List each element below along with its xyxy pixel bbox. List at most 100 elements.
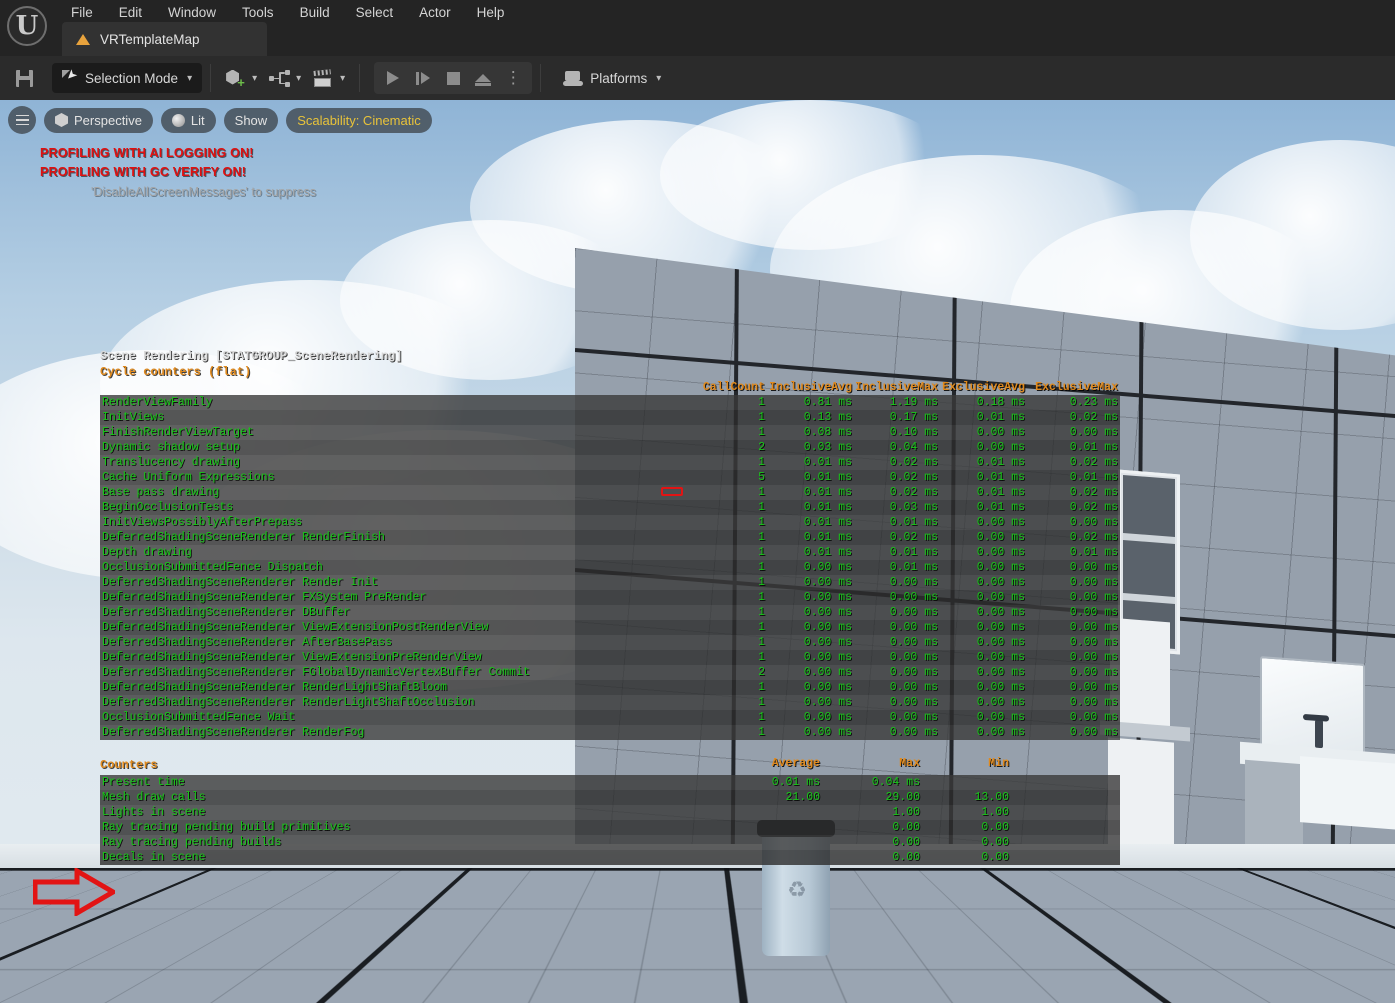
column-header-callcount: CallCount (702, 381, 765, 394)
menu-select[interactable]: Select (343, 1, 407, 24)
stat-callcount: 1 (758, 546, 765, 559)
stat-callcount: 1 (758, 501, 765, 514)
table-row: DeferredShadingSceneRenderer Render Init… (100, 575, 1120, 590)
cycle-counters-table: CallCount InclusiveAvg InclusiveMax Excl… (100, 380, 1120, 740)
add-actor-button[interactable]: + ▾ (219, 62, 263, 94)
stat-callcount: 1 (758, 531, 765, 544)
stat-exclusive-avg: 0.18 ms (976, 396, 1025, 409)
stat-inclusive-max: 0.00 ms (889, 576, 938, 589)
stat-name: DeferredShadingSceneRenderer RenderFinis… (102, 531, 385, 544)
platforms-button[interactable]: Platforms ▾ (563, 70, 661, 86)
counter-name: Ray tracing pending builds (102, 836, 282, 849)
cinematics-button[interactable]: ▾ (307, 62, 351, 94)
stat-callcount: 1 (758, 651, 765, 664)
selection-mode-label: Selection Mode (85, 70, 179, 86)
lit-mode-button[interactable]: Lit (160, 107, 216, 133)
column-header-exclusiveavg: ExclusiveAvg (942, 381, 1025, 394)
stat-inclusive-max: 0.00 ms (889, 621, 938, 634)
menu-actor[interactable]: Actor (406, 1, 464, 24)
step-icon (421, 72, 431, 84)
view-mode-perspective-button[interactable]: Perspective (44, 107, 153, 133)
play-icon (387, 71, 400, 85)
stat-exclusive-max: 0.00 ms (1069, 651, 1118, 664)
table-row: DeferredShadingSceneRenderer ViewExtensi… (100, 620, 1120, 635)
blueprints-button[interactable]: ▾ (263, 62, 307, 94)
show-flags-button[interactable]: Show (223, 107, 279, 133)
counter-min: 0.00 (981, 821, 1009, 834)
stat-exclusive-max: 0.01 ms (1069, 471, 1118, 484)
counters-table: Counters Average Max Min Present time 0.… (100, 756, 1120, 865)
play-options-button[interactable]: ⋮ (498, 64, 528, 92)
stat-callcount: 1 (758, 636, 765, 649)
play-button[interactable] (378, 64, 408, 92)
stat-name: DeferredShadingSceneRenderer ViewExtensi… (102, 651, 482, 664)
cursor-icon (62, 70, 78, 86)
counter-name: Mesh draw calls (102, 791, 206, 804)
table-row: RenderViewFamily 1 0.81 ms 1.19 ms 0.18 … (100, 395, 1120, 410)
blueprint-node-icon (269, 69, 291, 88)
menu-file[interactable]: File (58, 1, 106, 24)
stat-exclusive-avg: 0.00 ms (976, 726, 1025, 739)
cloud-decor (660, 100, 960, 250)
stat-callcount: 1 (758, 711, 765, 724)
table-row: DeferredShadingSceneRenderer DBuffer 1 0… (100, 605, 1120, 620)
stat-inclusive-max: 0.02 ms (889, 471, 938, 484)
stat-inclusive-avg: 0.00 ms (803, 591, 852, 604)
step-button[interactable] (408, 64, 438, 92)
menu-help[interactable]: Help (464, 1, 518, 24)
unreal-logo-icon[interactable]: U (7, 6, 47, 46)
menu-window[interactable]: Window (155, 1, 229, 24)
stat-name: DeferredShadingSceneRenderer FXSystem Pr… (102, 591, 427, 604)
stat-name: DeferredShadingSceneRenderer RenderLight… (102, 681, 448, 694)
stat-exclusive-avg: 0.00 ms (976, 531, 1025, 544)
table-row: Present time 0.01 ms 0.04 ms (100, 775, 1120, 790)
level-viewport[interactable]: ♻ Perspective Lit Show Scalability: Cine… (0, 100, 1395, 1003)
recycle-icon: ♻ (787, 877, 807, 902)
table-row: FinishRenderViewTarget 1 0.08 ms 0.10 ms… (100, 425, 1120, 440)
tab-vrtemplatemap[interactable]: VRTemplateMap (62, 22, 267, 56)
counter-name: Decals in scene (102, 851, 206, 864)
stat-name: DeferredShadingSceneRenderer Render Init (102, 576, 379, 589)
stat-exclusive-avg: 0.00 ms (976, 696, 1025, 709)
stat-exclusive-avg: 0.01 ms (976, 471, 1025, 484)
stat-exclusive-max: 0.00 ms (1069, 696, 1118, 709)
stat-callcount: 1 (758, 486, 765, 499)
stat-inclusive-max: 1.19 ms (889, 396, 938, 409)
stat-exclusive-avg: 0.00 ms (976, 591, 1025, 604)
table-row: InitViewsPossiblyAfterPrepass 1 0.01 ms … (100, 515, 1120, 530)
stat-inclusive-max: 0.00 ms (889, 636, 938, 649)
stop-button[interactable] (438, 64, 468, 92)
stat-callcount: 1 (758, 606, 765, 619)
column-header-exclusivemax: ExclusiveMax (1035, 381, 1118, 394)
menu-build[interactable]: Build (287, 1, 343, 24)
stat-name: BeginOcclusionTests (102, 501, 234, 514)
save-button[interactable] (6, 62, 42, 94)
stat-exclusive-avg: 0.00 ms (976, 621, 1025, 634)
toolbar-divider (540, 64, 542, 92)
viewport-options-button[interactable] (8, 106, 36, 134)
mirror-panel-mesh (1260, 656, 1365, 756)
annotation-box (661, 487, 683, 496)
chevron-down-icon: ▾ (340, 72, 346, 84)
stat-inclusive-avg: 0.00 ms (803, 636, 852, 649)
stat-exclusive-max: 0.00 ms (1069, 426, 1118, 439)
stat-exclusive-avg: 0.00 ms (976, 426, 1025, 439)
selection-mode-dropdown[interactable]: Selection Mode ▾ (52, 63, 203, 93)
menu-edit[interactable]: Edit (106, 1, 155, 24)
eject-button[interactable] (468, 64, 498, 92)
floppy-disk-icon (15, 69, 33, 87)
stat-inclusive-max: 0.00 ms (889, 666, 938, 679)
counter-min: 0.00 (981, 836, 1009, 849)
stat-exclusive-max: 0.02 ms (1069, 501, 1118, 514)
table-row: Lights in scene 1.00 1.00 (100, 805, 1120, 820)
table-row: DeferredShadingSceneRenderer FXSystem Pr… (100, 590, 1120, 605)
stat-inclusive-max: 0.01 ms (889, 516, 938, 529)
stat-exclusive-avg: 0.00 ms (976, 441, 1025, 454)
menu-tools[interactable]: Tools (229, 1, 287, 24)
counter-min: 1.00 (981, 806, 1009, 819)
counter-max: 0.00 (892, 851, 920, 864)
stat-name: DeferredShadingSceneRenderer RenderFog (102, 726, 365, 739)
stat-inclusive-avg: 0.00 ms (803, 681, 852, 694)
scalability-button[interactable]: Scalability: Cinematic (286, 107, 432, 133)
stat-exclusive-avg: 0.00 ms (976, 546, 1025, 559)
